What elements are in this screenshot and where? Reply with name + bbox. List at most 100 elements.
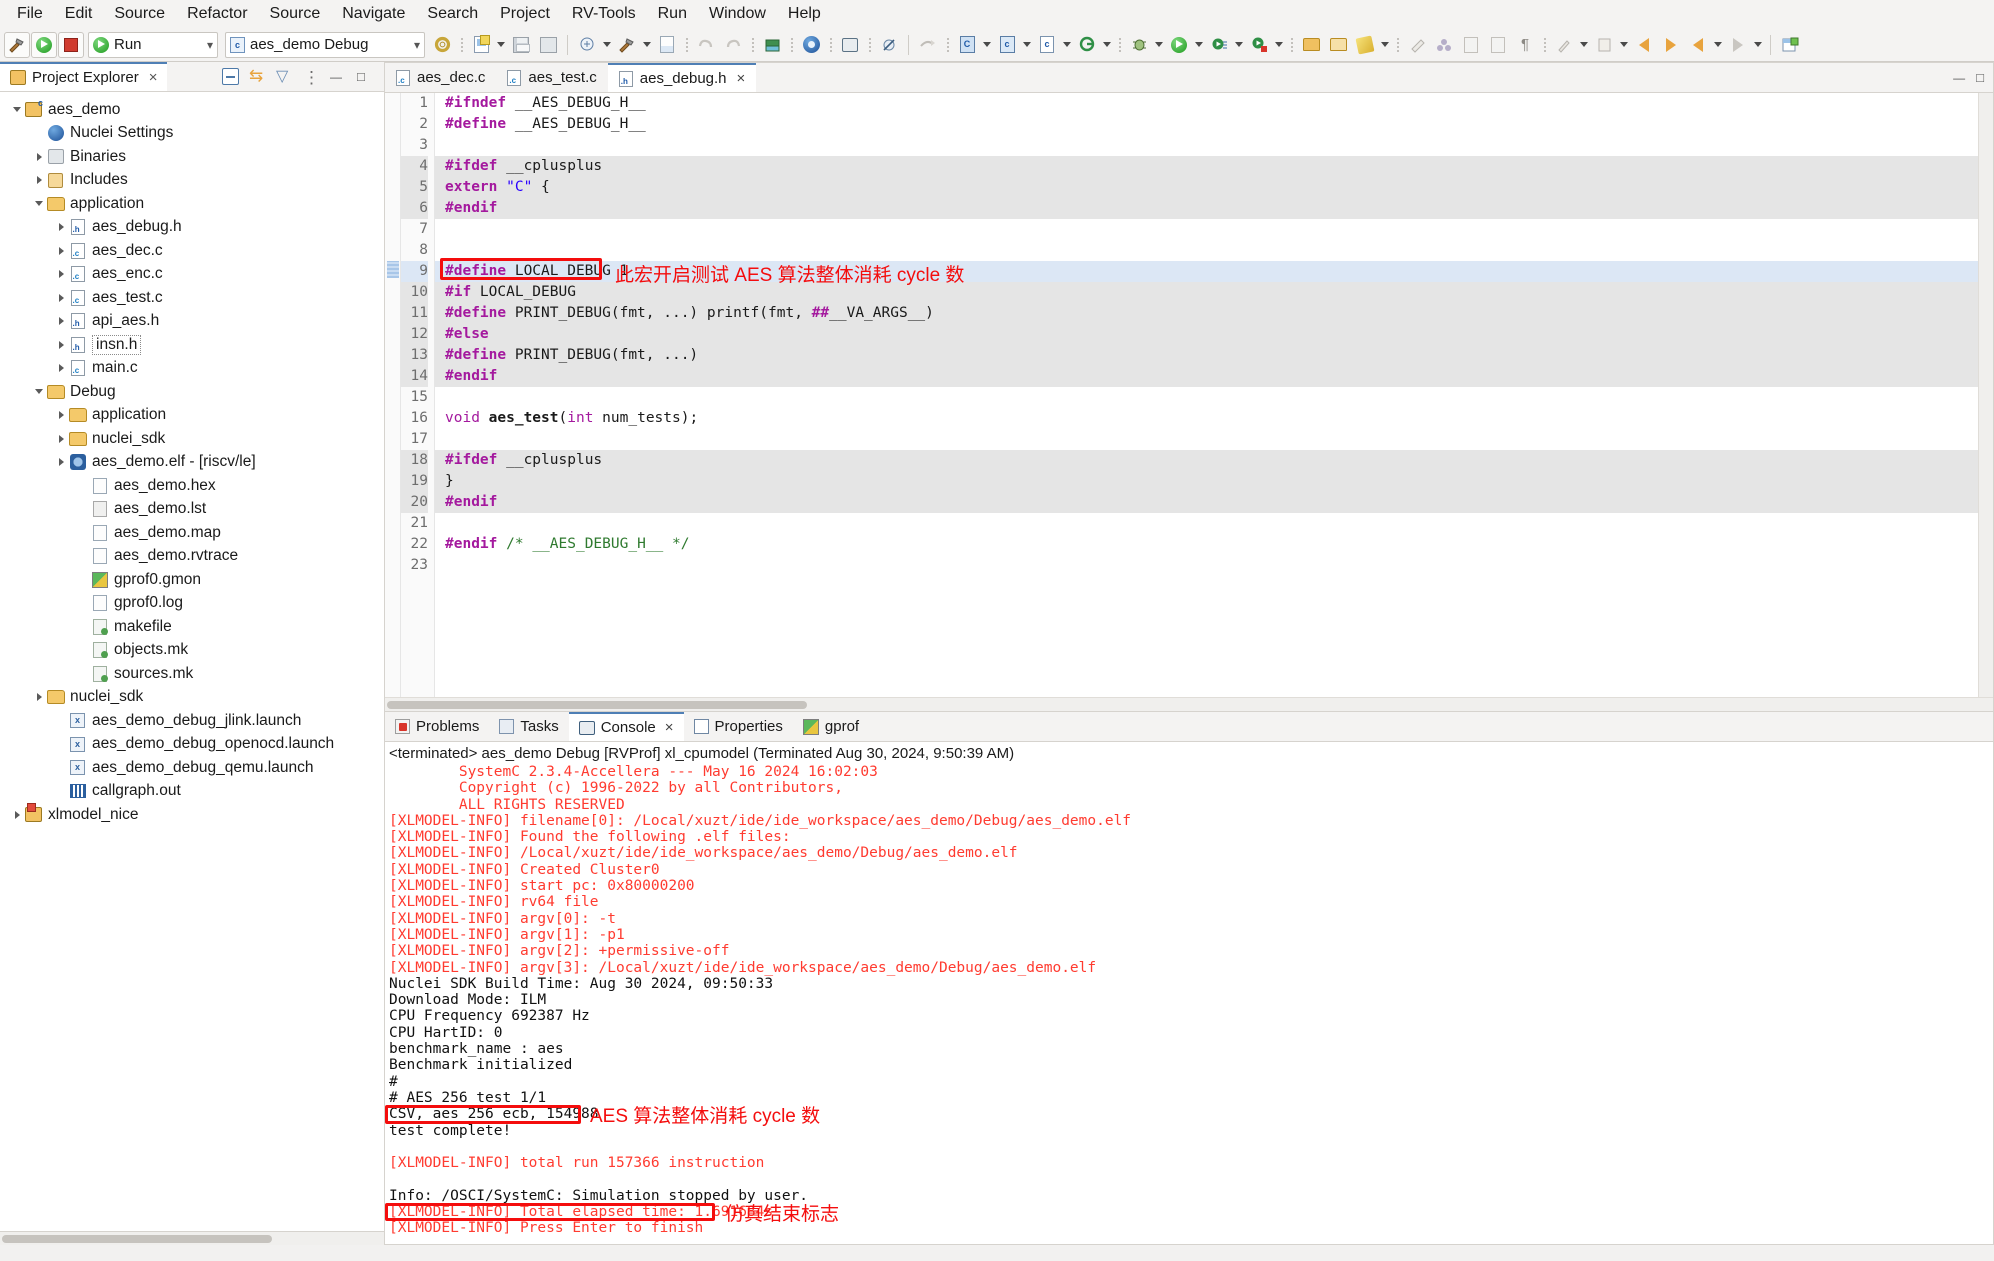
new-class-button[interactable]: c <box>1034 32 1060 58</box>
save-all-button[interactable] <box>535 32 561 58</box>
tree-item-main-c[interactable]: main.c <box>0 357 384 381</box>
search-g-button[interactable] <box>1074 32 1100 58</box>
chevron-right-icon[interactable] <box>54 220 68 234</box>
highlight-dropdown[interactable] <box>1379 35 1391 55</box>
maximize-icon[interactable] <box>357 68 374 85</box>
toolbar-drag-handle-10[interactable] <box>1394 35 1401 55</box>
chevron-down-icon[interactable] <box>10 103 24 117</box>
stop-button[interactable] <box>58 31 84 58</box>
tree-item-gprof0-log[interactable]: gprof0.log <box>0 592 384 616</box>
previous-button[interactable] <box>1685 32 1711 58</box>
debug-dropdown[interactable] <box>1153 35 1165 55</box>
chevron-right-icon[interactable] <box>10 808 24 822</box>
code-lines[interactable]: 此宏开启测试 AES 算法整体消耗 cycle 数 #ifndef __AES_… <box>435 93 1978 697</box>
code-line[interactable] <box>435 240 1978 261</box>
tab-tasks[interactable]: Tasks <box>489 712 568 741</box>
new-c-project-button[interactable]: C <box>954 32 980 58</box>
menu-item-window[interactable]: Window <box>698 2 777 26</box>
menu-item-file[interactable]: File <box>6 2 54 26</box>
toggle-block-selection-button[interactable] <box>1458 32 1484 58</box>
run-profile-button[interactable] <box>1206 32 1232 58</box>
chevron-down-icon[interactable] <box>32 385 46 399</box>
chevron-right-icon[interactable] <box>32 150 46 164</box>
menu-item-edit[interactable]: Edit <box>54 2 104 26</box>
toolbar-drag-handle-9[interactable] <box>1288 35 1295 55</box>
code-line[interactable] <box>435 387 1978 408</box>
chevron-right-icon[interactable] <box>54 291 68 305</box>
launch-settings-button[interactable] <box>429 32 455 58</box>
console-output[interactable]: SystemC 2.3.4-Accellera --- May 16 2024 … <box>385 764 1993 1244</box>
menu-item-source-2[interactable]: Source <box>259 2 332 26</box>
show-whitespace-button[interactable]: ¶ <box>1512 32 1538 58</box>
tree-item-aes-debug-h[interactable]: aes_debug.h <box>0 216 384 240</box>
import-button[interactable] <box>915 32 941 58</box>
chevron-right-icon[interactable] <box>54 408 68 422</box>
close-icon[interactable]: × <box>149 69 158 86</box>
menu-item-rv-tools[interactable]: RV-Tools <box>561 2 647 26</box>
code-line[interactable] <box>435 135 1978 156</box>
tree-item-makefile[interactable]: makefile <box>0 615 384 639</box>
filter-icon[interactable] <box>276 68 293 85</box>
editor-marker-gutter[interactable] <box>385 93 401 697</box>
tab-aes-dec-c[interactable]: aes_dec.c <box>385 63 497 92</box>
editor-vscrollbar[interactable] <box>1978 93 1993 697</box>
tab-aes-test-c[interactable]: aes_test.c <box>496 63 608 92</box>
code-line[interactable]: void aes_test(int num_tests); <box>435 408 1978 429</box>
tree-item-api-aes-h[interactable]: api_aes.h <box>0 310 384 334</box>
tree-item-gprof0-gmon[interactable]: gprof0.gmon <box>0 568 384 592</box>
menu-item-refactor[interactable]: Refactor <box>176 2 258 26</box>
close-icon[interactable]: × <box>665 719 674 736</box>
chevron-right-icon[interactable] <box>54 244 68 258</box>
new-c-project-dropdown[interactable] <box>981 35 993 55</box>
tree-item-objects-mk[interactable]: objects.mk <box>0 639 384 663</box>
search-g-dropdown[interactable] <box>1101 35 1113 55</box>
toolbar-drag-handle-2[interactable] <box>683 35 690 55</box>
run-coverage-dropdown[interactable] <box>1273 35 1285 55</box>
run-button[interactable] <box>31 31 57 58</box>
tree-item-aes-dec-c[interactable]: aes_dec.c <box>0 239 384 263</box>
code-line[interactable]: #endif /* __AES_DEBUG_H__ */ <box>435 534 1978 555</box>
menu-item-navigate[interactable]: Navigate <box>331 2 416 26</box>
previous-dropdown[interactable] <box>1712 35 1724 55</box>
open-perspective-2-button[interactable] <box>1777 32 1803 58</box>
view-menu-icon[interactable] <box>303 68 320 85</box>
tree-item-aes-demo[interactable]: aes_demo <box>0 98 384 122</box>
toolbar-drag-handle-6[interactable] <box>866 35 873 55</box>
new-cpp-project-dropdown[interactable] <box>1021 35 1033 55</box>
debug-button[interactable] <box>1126 32 1152 58</box>
next-annotation-button[interactable] <box>1591 32 1617 58</box>
back-button[interactable] <box>1631 32 1657 58</box>
link-with-editor-icon[interactable] <box>249 68 266 85</box>
tree-item-nuclei-sdk[interactable]: nuclei_sdk <box>0 686 384 710</box>
next-annotation-dropdown[interactable] <box>1618 35 1630 55</box>
code-line[interactable]: #define __AES_DEBUG_H__ <box>435 114 1978 135</box>
code-line[interactable]: #ifndef __AES_DEBUG_H__ <box>435 93 1978 114</box>
code-line[interactable]: } <box>435 471 1978 492</box>
toolbar-drag-handle-8[interactable] <box>1116 35 1123 55</box>
chevron-down-icon[interactable] <box>32 197 46 211</box>
chevron-right-icon[interactable] <box>54 338 68 352</box>
build-button[interactable] <box>4 31 30 58</box>
tree-item-aes-demo-rvtrace[interactable]: aes_demo.rvtrace <box>0 545 384 569</box>
code-line[interactable]: #define PRINT_DEBUG(fmt, ...) printf(fmt… <box>435 303 1978 324</box>
save-button[interactable] <box>508 32 534 58</box>
tree-item-aes-demo-debug-qemu-launch[interactable]: x aes_demo_debug_qemu.launch <box>0 756 384 780</box>
team-button[interactable] <box>1431 32 1457 58</box>
tree-item-debug[interactable]: Debug <box>0 380 384 404</box>
open-perspective-button[interactable] <box>1298 32 1324 58</box>
terminal-button[interactable] <box>837 32 863 58</box>
code-line[interactable]: #endif <box>435 198 1978 219</box>
chevron-right-icon[interactable] <box>54 455 68 469</box>
minimize-icon[interactable] <box>330 68 347 85</box>
code-line[interactable]: #endif <box>435 492 1978 513</box>
project-tree[interactable]: aes_demo Nuclei Settings Binaries Includes a… <box>0 92 384 1231</box>
skip-breakpoints-button[interactable] <box>876 32 902 58</box>
code-line[interactable]: #else <box>435 324 1978 345</box>
nuclei-settings-button[interactable] <box>798 32 824 58</box>
tree-item-callgraph-out[interactable]: callgraph.out <box>0 780 384 804</box>
tree-item-aes-demo-elf-riscv-le-[interactable]: aes_demo.elf - [riscv/le] <box>0 451 384 475</box>
run-coverage-button[interactable] <box>1246 32 1272 58</box>
build-configs-button[interactable] <box>614 32 640 58</box>
chevron-right-icon[interactable] <box>32 173 46 187</box>
run-toolbar-button[interactable] <box>1166 32 1192 58</box>
